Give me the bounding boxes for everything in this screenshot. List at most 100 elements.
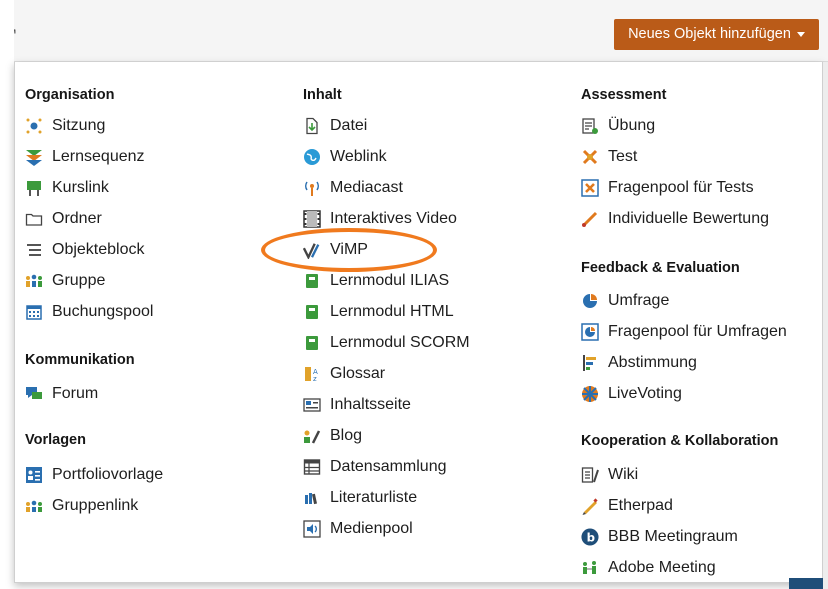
wiki-icon <box>581 466 599 484</box>
menu-item-label: Medienpool <box>330 520 413 537</box>
menu-item-label: Fragenpool für Tests <box>608 179 754 196</box>
etherpad-icon <box>581 497 599 515</box>
menu-item-label: BBB Meetingraum <box>608 528 738 545</box>
menu-item-label: Lernsequenz <box>52 148 145 165</box>
menu-item-mediacast[interactable]: Mediacast <box>303 176 403 200</box>
add-object-dropdown: Organisation Sitzung Lernsequenz Kurslink Or… <box>14 62 823 583</box>
menu-item-label: Sitzung <box>52 117 106 134</box>
bibliography-icon <box>303 489 321 507</box>
menu-item-lernmodul-scorm[interactable]: Lernmodul SCORM <box>303 331 470 355</box>
menu-item-lernsequenz[interactable]: Lernsequenz <box>25 145 145 169</box>
exercise-icon <box>581 117 599 135</box>
svg-text:z: z <box>313 375 317 383</box>
menu-item-label: Gruppe <box>52 272 106 289</box>
menu-item-label: Forum <box>52 385 99 402</box>
menu-item-label: Lernmodul SCORM <box>330 334 470 351</box>
menu-item-fragenpool-fuer-tests[interactable]: Fragenpool für Tests <box>581 176 754 200</box>
menu-item-label: Lernmodul HTML <box>330 303 454 320</box>
course-link-icon <box>25 179 43 197</box>
session-icon <box>25 117 43 135</box>
menu-item-test[interactable]: Test <box>581 145 637 169</box>
menu-item-gruppenlink[interactable]: Gruppenlink <box>25 494 138 518</box>
menu-item-objekteblock[interactable]: Objekteblock <box>25 238 145 262</box>
menu-item-label: Gruppenlink <box>52 497 139 514</box>
menu-item-uebung[interactable]: Übung <box>581 114 655 138</box>
video-icon <box>303 210 321 228</box>
menu-item-adobe-meeting[interactable]: Adobe Meeting <box>581 556 716 580</box>
menu-item-forum[interactable]: Forum <box>25 382 98 406</box>
background-corner <box>789 578 823 589</box>
group-link-icon <box>25 497 43 515</box>
background-right-edge <box>823 62 828 589</box>
menu-item-bbb-meetingraum[interactable]: b BBB Meetingraum <box>581 525 738 549</box>
group-heading: Feedback & Evaluation <box>581 260 740 276</box>
weblink-icon <box>303 148 321 166</box>
menu-item-label: Literaturliste <box>330 489 418 506</box>
bbb-icon: b <box>581 528 599 546</box>
menu-item-livevoting[interactable]: LiveVoting <box>581 382 682 406</box>
menu-item-sitzung[interactable]: Sitzung <box>25 114 105 138</box>
menu-item-weblink[interactable]: Weblink <box>303 145 387 169</box>
menu-item-buchungspool[interactable]: Buchungspool <box>25 300 153 324</box>
menu-item-label: Interaktives Video <box>330 210 457 227</box>
menu-item-fragenpool-fuer-umfragen[interactable]: Fragenpool für Umfragen <box>581 320 787 344</box>
menu-item-datei[interactable]: Datei <box>303 114 367 138</box>
survey-icon <box>581 292 599 310</box>
add-new-object-label: Neues Objekt hinzufügen <box>628 26 791 42</box>
group-icon <box>25 272 43 290</box>
group-heading: Vorlagen <box>25 432 86 448</box>
module-icon <box>303 303 321 321</box>
group-heading: Organisation <box>25 87 115 103</box>
assessment-icon <box>581 210 599 228</box>
menu-item-lernmodul-ilias[interactable]: Lernmodul ILIAS <box>303 269 449 293</box>
menu-item-medienpool[interactable]: Medienpool <box>303 517 413 541</box>
menu-item-gruppe[interactable]: Gruppe <box>25 269 105 293</box>
menu-item-label: Glossar <box>330 365 386 382</box>
highlight-ellipse <box>261 228 437 272</box>
menu-item-datensammlung[interactable]: Datensammlung <box>303 455 447 479</box>
add-new-object-button[interactable]: Neues Objekt hinzufügen <box>614 19 819 50</box>
menu-item-interaktives-video[interactable]: Interaktives Video <box>303 207 457 231</box>
menu-item-label: Test <box>608 148 638 165</box>
menu-item-label: Ordner <box>52 210 102 227</box>
menu-item-label: Datensammlung <box>330 458 447 475</box>
group-heading: Kooperation & Kollaboration <box>581 433 779 449</box>
menu-item-lernmodul-html[interactable]: Lernmodul HTML <box>303 300 454 324</box>
menu-item-label: Datei <box>330 117 368 134</box>
learning-sequence-icon <box>25 148 43 166</box>
menu-item-label: LiveVoting <box>608 385 682 402</box>
module-icon <box>303 334 321 352</box>
menu-item-label: Abstimmung <box>608 354 697 371</box>
group-heading: Assessment <box>581 87 667 103</box>
survey-pool-icon <box>581 323 599 341</box>
menu-item-blog[interactable]: Blog <box>303 424 362 448</box>
menu-item-label: Adobe Meeting <box>608 559 716 576</box>
menu-item-individuelle-bewertung[interactable]: Individuelle Bewertung <box>581 207 769 231</box>
menu-item-kurslink[interactable]: Kurslink <box>25 176 109 200</box>
module-icon <box>303 272 321 290</box>
calendar-icon <box>25 303 43 321</box>
menu-item-inhaltsseite[interactable]: Inhaltsseite <box>303 393 411 417</box>
adobe-meeting-icon <box>581 559 599 577</box>
poll-icon <box>581 354 599 372</box>
menu-item-etherpad[interactable]: Etherpad <box>581 494 673 518</box>
menu-item-label: Inhaltsseite <box>330 396 411 413</box>
glossary-icon: Az <box>303 365 321 383</box>
menu-item-label: Objekteblock <box>52 241 145 258</box>
menu-item-wiki[interactable]: Wiki <box>581 463 638 487</box>
menu-item-label: Wiki <box>608 466 639 483</box>
menu-item-label: Weblink <box>330 148 387 165</box>
menu-item-literaturliste[interactable]: Literaturliste <box>303 486 417 510</box>
question-pool-icon <box>581 179 599 197</box>
livevoting-icon <box>581 385 599 403</box>
group-heading: Inhalt <box>303 87 342 103</box>
menu-item-portfoliovorlage[interactable]: Portfoliovorlage <box>25 463 163 487</box>
menu-item-label: Portfoliovorlage <box>52 466 164 483</box>
menu-item-umfrage[interactable]: Umfrage <box>581 289 669 313</box>
folder-icon <box>25 210 43 228</box>
menu-item-glossar[interactable]: Az Glossar <box>303 362 385 386</box>
menu-item-abstimmung[interactable]: Abstimmung <box>581 351 697 375</box>
menu-item-ordner[interactable]: Ordner <box>25 207 102 231</box>
menu-item-label: Mediacast <box>330 179 403 196</box>
menu-item-label: Fragenpool für Umfragen <box>608 323 787 340</box>
